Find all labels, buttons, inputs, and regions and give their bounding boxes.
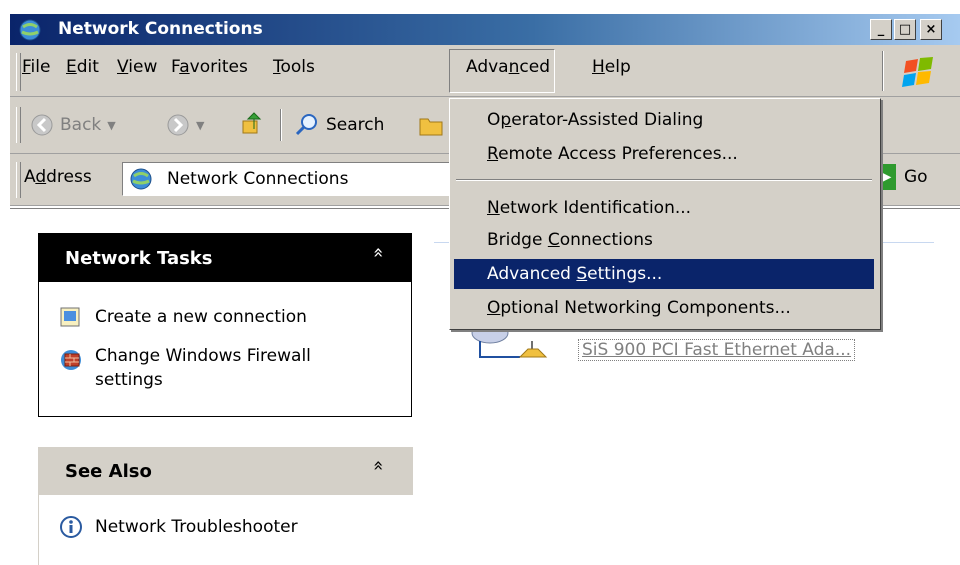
back-dropdown-icon: ▼ [107, 118, 116, 132]
forward-dropdown-icon: ▼ [196, 118, 205, 132]
forward-arrow-icon [167, 114, 189, 136]
task-label: Change Windows Firewall [95, 346, 311, 366]
menu-advanced[interactable]: Advanced [449, 49, 555, 93]
menu-help[interactable]: Help [592, 57, 631, 77]
network-tasks-panel: Network Tasks « Create a new connection … [38, 233, 412, 417]
folders-icon[interactable] [418, 113, 444, 137]
menu-view[interactable]: View [117, 57, 157, 77]
menu-item-bridge-connections[interactable]: Bridge Connections [454, 225, 874, 255]
task-label: Create a new connection [95, 307, 307, 327]
back-arrow-icon [31, 114, 53, 136]
search-icon [295, 114, 317, 136]
back-label: Back [60, 115, 102, 135]
menu-separator [456, 179, 872, 181]
window-title: Network Connections [58, 19, 263, 39]
toolbar-separator [280, 109, 282, 141]
maximize-button[interactable]: □ [894, 19, 916, 40]
connection-device-name: SiS 900 PCI Fast Ethernet Ada... [578, 339, 856, 361]
toolbar-grip[interactable] [16, 107, 21, 143]
firewall-icon [61, 350, 81, 370]
menu-favorites[interactable]: Favorites [171, 57, 248, 77]
network-connections-icon [19, 19, 41, 41]
menu-edit[interactable]: Edit [66, 57, 99, 77]
menu-tools[interactable]: Tools [273, 57, 315, 77]
address-label: Address [24, 167, 92, 187]
network-tasks-header[interactable]: Network Tasks « [39, 234, 411, 282]
menu-item-remote-access-preferences[interactable]: Remote Access Preferences... [454, 139, 874, 169]
see-also-panel: See Also « Network Troubleshooter [38, 447, 413, 565]
menu-item-advanced-settings[interactable]: Advanced Settings... [454, 259, 874, 289]
info-icon [60, 516, 82, 538]
menu-grip[interactable] [16, 53, 21, 91]
up-folder-icon[interactable] [240, 111, 268, 139]
menu-separator [882, 51, 884, 91]
title-bar[interactable]: Network Connections _ □ × [10, 14, 960, 45]
menu-item-optional-networking-components[interactable]: Optional Networking Components... [454, 293, 874, 323]
search-label: Search [326, 115, 385, 135]
task-label-line2: settings [95, 370, 163, 390]
see-also-troubleshooter[interactable]: Network Troubleshooter [59, 515, 298, 539]
collapse-icon: « [368, 459, 390, 472]
advanced-menu: Operator-Assisted Dialing Remote Access … [449, 98, 881, 330]
see-also-label: Network Troubleshooter [95, 517, 298, 537]
see-also-title: See Also [65, 461, 152, 482]
network-tasks-title: Network Tasks [65, 248, 213, 269]
see-also-header[interactable]: See Also « [39, 447, 413, 495]
search-button[interactable]: Search [294, 109, 384, 141]
menu-bar: File Edit View Favorites Tools Advanced … [10, 45, 960, 97]
collapse-icon: « [368, 246, 390, 259]
menu-file[interactable]: File [22, 57, 50, 77]
new-connection-icon [60, 307, 80, 327]
network-connections-icon [130, 168, 152, 190]
minimize-button[interactable]: _ [870, 19, 892, 40]
address-value: Network Connections [167, 169, 349, 189]
menu-item-network-identification[interactable]: Network Identification... [454, 193, 874, 223]
task-create-connection[interactable]: Create a new connection [59, 306, 307, 328]
windows-logo-icon [902, 57, 933, 87]
close-button[interactable]: × [920, 19, 942, 40]
back-button[interactable]: Back ▼ [30, 109, 116, 141]
go-label: Go [904, 167, 928, 187]
menu-item-operator-assisted-dialing[interactable]: Operator-Assisted Dialing [454, 105, 874, 135]
address-grip[interactable] [16, 162, 21, 198]
go-button[interactable]: ▶ Go [876, 164, 928, 190]
forward-button[interactable]: ▼ [166, 109, 204, 141]
